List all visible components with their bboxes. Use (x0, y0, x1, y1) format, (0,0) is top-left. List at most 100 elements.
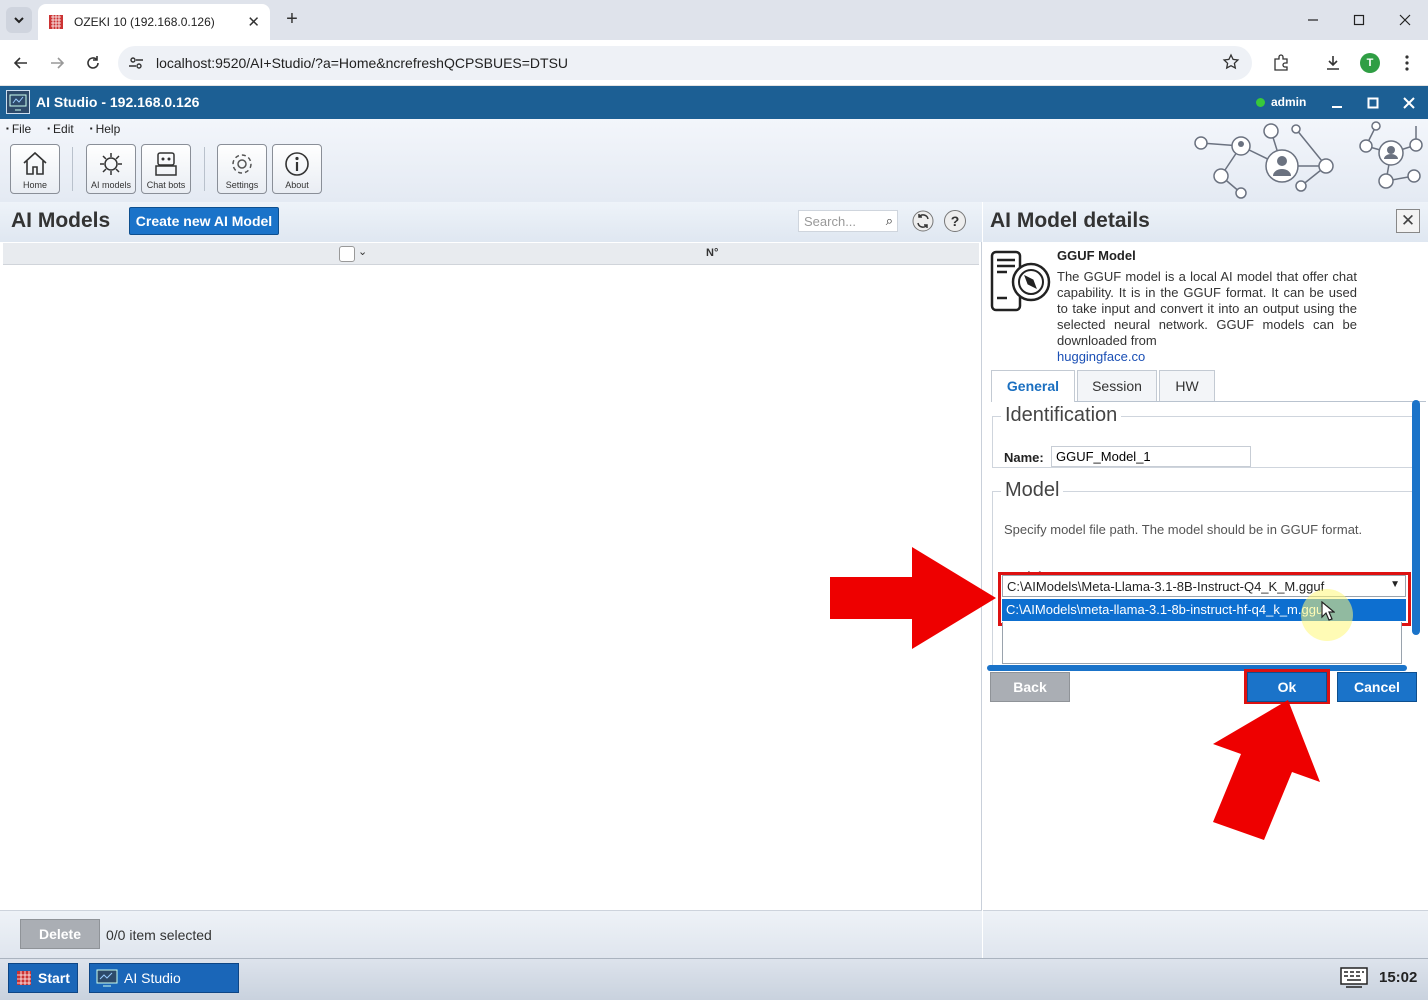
clock: 15:02 (1379, 969, 1418, 986)
browser-tab[interactable]: OZEKI 10 (192.168.0.126) ✕ (38, 4, 270, 40)
app-maximize-button[interactable] (1362, 92, 1384, 114)
address-bar[interactable]: localhost:9520/AI+Studio/?a=Home&ncrefre… (118, 46, 1252, 80)
about-button[interactable]: About (272, 144, 322, 194)
about-label: About (285, 180, 309, 190)
network-graphic-icon (1194, 121, 1423, 199)
name-input[interactable] (1051, 446, 1251, 467)
details-header: AI Model details ✕ (983, 202, 1428, 242)
column-number-header[interactable]: N° (706, 247, 718, 259)
close-window-button[interactable] (1390, 8, 1420, 32)
page-title: AI Models (11, 209, 111, 232)
chat-bot-icon (155, 152, 177, 176)
info-icon (285, 152, 309, 176)
close-icon (1399, 14, 1411, 26)
profile-avatar[interactable]: T (1360, 53, 1380, 73)
ok-button[interactable]: Ok (1247, 672, 1327, 702)
maximize-window-button[interactable] (1344, 8, 1374, 32)
app-title: AI Studio - 192.168.0.126 (36, 94, 200, 110)
site-settings-icon[interactable] (126, 53, 146, 73)
tab-session[interactable]: Session (1077, 370, 1157, 401)
tab-general[interactable]: General (991, 370, 1075, 402)
user-name: admin (1271, 95, 1307, 109)
details-footer (983, 910, 1428, 958)
search-icon[interactable]: ⌕ (886, 213, 893, 229)
new-tab-button[interactable]: + (280, 8, 304, 32)
mouse-pointer-icon (1321, 601, 1335, 621)
ribbon-separator (72, 147, 73, 191)
search-placeholder: Search... (804, 214, 857, 229)
extensions-button[interactable] (1268, 50, 1294, 76)
menu-help[interactable]: Help (90, 122, 121, 136)
home-icon (23, 151, 47, 175)
ai-studio-logo-icon (96, 969, 118, 987)
maximize-icon (1367, 97, 1379, 109)
minimize-window-button[interactable] (1298, 8, 1328, 32)
ai-models-footer: Delete 0/0 item selected (0, 910, 982, 958)
identification-section: Identification Name: (992, 404, 1412, 468)
start-button[interactable]: Start (8, 963, 78, 993)
model-type-title: GGUF Model (1057, 248, 1136, 263)
tab-close-icon[interactable]: ✕ (247, 13, 260, 31)
puzzle-icon (1274, 54, 1288, 71)
details-title: AI Model details (990, 209, 1150, 232)
chevron-down-icon (14, 17, 24, 24)
close-details-button[interactable]: ✕ (1396, 209, 1420, 233)
browser-tab-title: OZEKI 10 (192.168.0.126) (74, 15, 215, 29)
select-all-checkbox[interactable] (339, 246, 355, 262)
chevron-down-icon[interactable]: ⌄ (358, 245, 367, 258)
selection-status: 0/0 item selected (106, 927, 212, 943)
table-header: ⌄ N° (3, 243, 979, 265)
cancel-button[interactable]: Cancel (1337, 672, 1417, 702)
model-description: Specify model file path. The model shoul… (1004, 522, 1363, 537)
user-indicator[interactable]: admin (1256, 95, 1306, 109)
menu-file[interactable]: File (6, 122, 31, 136)
browser-toolbar: localhost:9520/AI+Studio/?a=Home&ncrefre… (0, 40, 1428, 86)
forward-nav-button[interactable] (44, 50, 70, 76)
ozeki-favicon-icon (49, 15, 63, 29)
reload-button[interactable] (80, 50, 106, 76)
taskbar-item-ai-studio[interactable]: AI Studio (89, 963, 239, 993)
tab-search-button[interactable] (6, 7, 32, 33)
details-tabs: General Session HW (991, 370, 1426, 402)
arrow-right-icon (51, 57, 65, 69)
online-status-icon (1256, 97, 1265, 107)
ai-gear-icon (100, 153, 122, 175)
app-close-button[interactable] (1398, 92, 1420, 114)
home-label: Home (22, 180, 47, 190)
settings-button[interactable]: Settings (217, 144, 267, 194)
annotation-arrow-right-icon (830, 547, 996, 649)
delete-button[interactable]: Delete (20, 919, 100, 949)
identification-legend: Identification (1001, 404, 1122, 427)
dropdown-arrow-icon[interactable]: ▼ (1390, 579, 1400, 590)
model-type-description: The GGUF model is a local AI model that … (1057, 269, 1357, 348)
download-icon (1327, 56, 1339, 70)
chat-bots-button[interactable]: Chat bots (141, 144, 191, 194)
bookmark-star-icon[interactable] (1222, 53, 1240, 74)
annotation-arrow-up-icon (1213, 700, 1320, 840)
taskbar: Start AI Studio 15:02 (0, 958, 1428, 1000)
app-ribbon: File Edit Help Home AI models Chat bots … (0, 119, 1428, 202)
menu-edit[interactable]: Edit (47, 122, 74, 136)
huggingface-link[interactable]: huggingface.co (1057, 349, 1145, 364)
tab-hw[interactable]: HW (1159, 370, 1215, 401)
back-button[interactable]: Back (990, 672, 1070, 702)
app-minimize-button[interactable] (1326, 92, 1348, 114)
search-input[interactable]: Search... ⌕ (798, 210, 898, 232)
maximize-icon (1353, 14, 1365, 26)
more-vert-icon (1405, 55, 1409, 71)
vertical-scrollbar[interactable] (1412, 400, 1420, 635)
back-nav-button[interactable] (8, 50, 34, 76)
horizontal-scrollbar[interactable] (987, 665, 1407, 671)
browser-menu-button[interactable] (1394, 50, 1420, 76)
gguf-model-icon (990, 250, 1051, 312)
ai-model-details-pane: AI Model details ✕ GGUF Model The GGUF m… (983, 202, 1428, 958)
home-button[interactable]: Home (10, 144, 60, 194)
downloads-button[interactable] (1320, 50, 1346, 76)
keyboard-tray-icon[interactable] (1340, 967, 1368, 989)
model-select[interactable]: C:\AIModels\Meta-Llama-3.1-8B-Instruct-Q… (1002, 575, 1406, 597)
ai-models-button[interactable]: AI models (86, 144, 136, 194)
help-icon[interactable]: ? (944, 210, 966, 232)
settings-label: Settings (225, 180, 259, 190)
create-ai-model-button[interactable]: Create new AI Model (129, 207, 279, 235)
refresh-icon[interactable] (912, 210, 934, 232)
